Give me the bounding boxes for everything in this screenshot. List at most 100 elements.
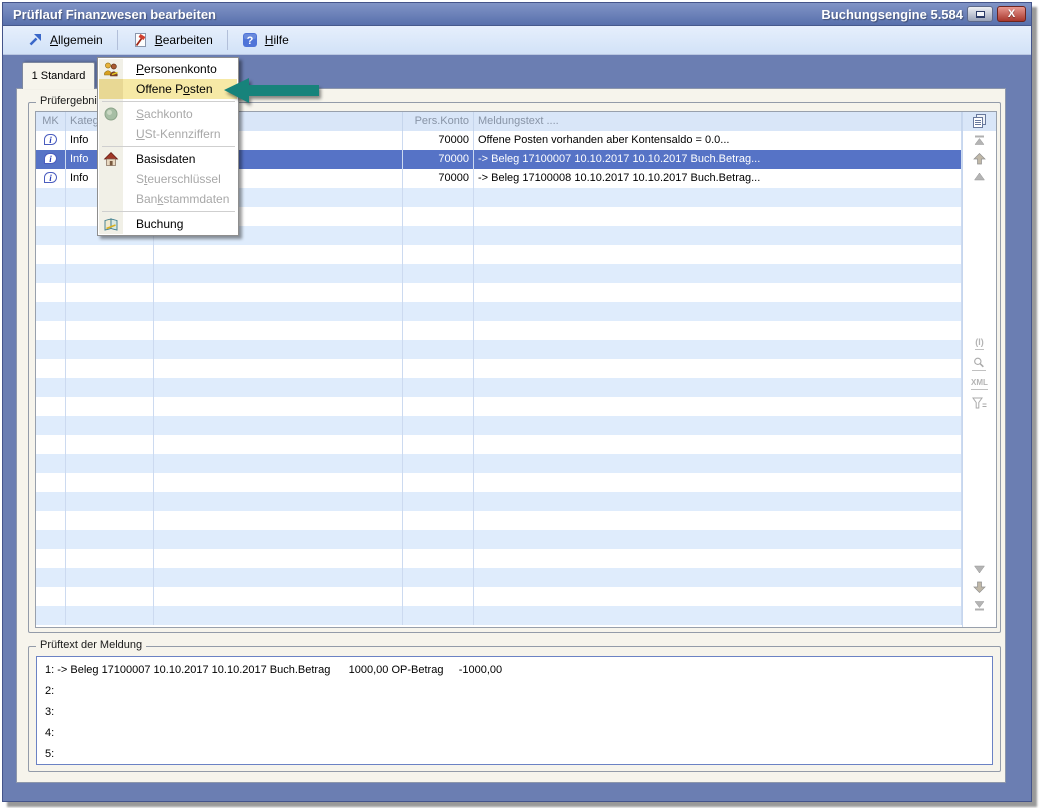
column-header-Meldungstext ....[interactable]: Meldungstext .... <box>474 112 962 131</box>
menu-item-ust-kennziffern: USt-Kennziffern <box>99 124 237 144</box>
empty-cell <box>66 549 154 568</box>
menu-item-label: Personenkonto <box>123 62 217 76</box>
mk-cell: i <box>36 131 66 150</box>
empty-cell <box>154 511 403 530</box>
table-row[interactable] <box>36 397 962 416</box>
table-row[interactable] <box>36 511 962 530</box>
empty-cell <box>66 378 154 397</box>
empty-cell <box>403 207 474 226</box>
buchung-icon <box>99 216 123 232</box>
scroll-to-top-icon[interactable] <box>973 135 986 146</box>
tab-standard[interactable]: 1 Standard <box>22 62 95 89</box>
empty-cell <box>403 340 474 359</box>
table-row[interactable] <box>36 492 962 511</box>
step-up-icon[interactable] <box>973 172 986 181</box>
table-row[interactable] <box>36 340 962 359</box>
table-row[interactable] <box>36 568 962 587</box>
empty-cell <box>36 530 66 549</box>
table-row[interactable] <box>36 587 962 606</box>
menu-item-personenkonto[interactable]: Personenkonto <box>99 59 237 79</box>
table-row[interactable] <box>36 321 962 340</box>
column-header-Pers.Konto[interactable]: Pers.Konto <box>403 112 474 131</box>
menu-item-basisdaten[interactable]: Basisdaten <box>99 149 237 169</box>
info-icon: i <box>44 153 57 164</box>
personenkonto-icon <box>103 61 119 77</box>
empty-cell <box>66 511 154 530</box>
menu-item-sachkonto: Sachkonto <box>99 104 237 124</box>
empty-cell <box>474 397 962 416</box>
empty-cell <box>474 473 962 492</box>
table-row[interactable] <box>36 549 962 568</box>
table-row[interactable] <box>36 416 962 435</box>
empty-cell <box>154 606 403 625</box>
empty-cell <box>36 245 66 264</box>
prueftext-line: 1: -> Beleg 17100007 10.10.2017 10.10.20… <box>45 660 984 681</box>
step-down-icon[interactable] <box>973 565 986 574</box>
empty-cell <box>474 188 962 207</box>
minimize-icon <box>976 11 985 18</box>
empty-cell <box>403 511 474 530</box>
toolbar-item-label: Allgemein <box>50 33 103 47</box>
empty-cell <box>36 302 66 321</box>
menu-item-buchung[interactable]: Buchung <box>99 214 237 234</box>
table-row[interactable] <box>36 606 962 625</box>
empty-cell <box>36 511 66 530</box>
minimize-button[interactable] <box>967 6 993 22</box>
meldungstext-cell: Offene Posten vorhanden aber Kontensaldo… <box>474 131 962 150</box>
table-row[interactable] <box>36 435 962 454</box>
empty-cell <box>154 473 403 492</box>
close-button[interactable]: X <box>997 6 1026 22</box>
empty-cell <box>474 568 962 587</box>
prueftext-panel: 1: -> Beleg 17100007 10.10.2017 10.10.20… <box>36 656 993 765</box>
copy-grid-icon[interactable] <box>971 113 988 130</box>
empty-cell <box>474 606 962 625</box>
table-row[interactable] <box>36 378 962 397</box>
empty-cell <box>66 340 154 359</box>
table-row[interactable] <box>36 302 962 321</box>
empty-cell <box>403 397 474 416</box>
menu-item-offene-posten[interactable]: Offene Posten <box>99 79 237 99</box>
prueftext-line: 4: <box>45 723 984 744</box>
table-row[interactable] <box>36 454 962 473</box>
empty-cell <box>154 549 403 568</box>
menu-item-label: Sachkonto <box>123 107 193 121</box>
xml-icon[interactable]: XML <box>971 378 988 390</box>
pers-konto-cell: 70000 <box>403 131 474 150</box>
empty-cell <box>403 264 474 283</box>
move-up-icon[interactable] <box>973 153 986 165</box>
table-row[interactable] <box>36 245 962 264</box>
empty-cell <box>474 416 962 435</box>
empty-cell <box>474 587 962 606</box>
empty-cell <box>66 302 154 321</box>
empty-cell <box>66 530 154 549</box>
empty-cell <box>474 226 962 245</box>
toolbar-item-allgemein[interactable]: Allgemein <box>19 29 111 51</box>
column-header-MK[interactable]: MK <box>36 112 66 131</box>
prueftext-line: 2: <box>45 681 984 702</box>
toolbar-item-bearbeiten[interactable]: Bearbeiten <box>124 29 221 51</box>
empty-cell <box>474 245 962 264</box>
menu-bar: Allgemein Bearbeiten ?Hilfe <box>3 26 1031 55</box>
empty-cell <box>474 283 962 302</box>
toolbar-separator <box>227 30 228 50</box>
move-down-icon[interactable] <box>973 581 986 593</box>
table-row[interactable] <box>36 530 962 549</box>
empty-cell <box>474 359 962 378</box>
filter-icon[interactable] <box>972 397 987 409</box>
menu-item-label: USt-Kennziffern <box>123 127 221 141</box>
table-row[interactable] <box>36 283 962 302</box>
menu-separator <box>102 146 235 147</box>
parentheses-icon[interactable]: (l) <box>975 337 984 350</box>
prueftext-groupbox: Prüftext der Meldung 1: -> Beleg 1710000… <box>28 646 1001 772</box>
title-bar[interactable]: Prüflauf Finanzwesen bearbeiten Buchungs… <box>3 3 1031 26</box>
empty-cell <box>154 587 403 606</box>
toolbar-item-hilfe[interactable]: ?Hilfe <box>234 29 297 51</box>
empty-cell <box>154 264 403 283</box>
empty-cell <box>474 549 962 568</box>
table-row[interactable] <box>36 359 962 378</box>
table-row[interactable] <box>36 473 962 492</box>
table-row[interactable] <box>36 264 962 283</box>
empty-cell <box>36 416 66 435</box>
search-icon[interactable] <box>972 357 986 371</box>
scroll-to-bottom-icon[interactable] <box>973 600 986 611</box>
